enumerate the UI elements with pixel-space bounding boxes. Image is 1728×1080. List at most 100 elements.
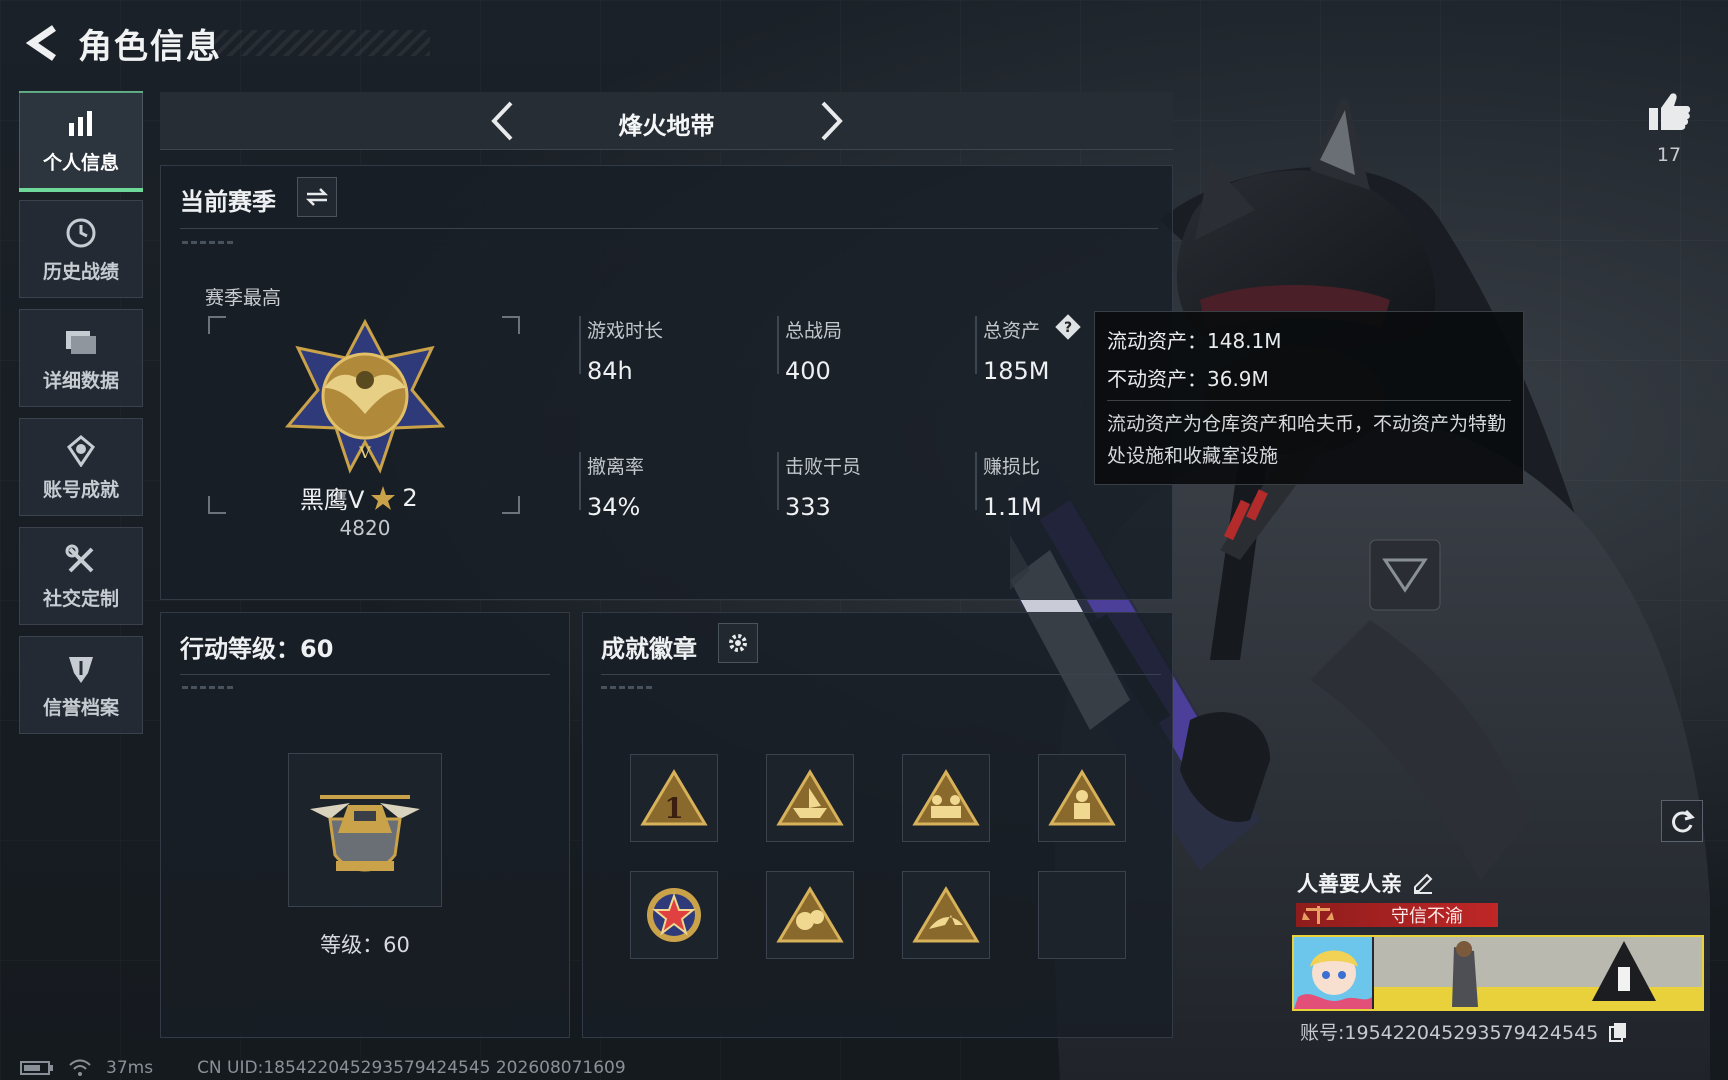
badges-title: 成就徽章 <box>601 635 697 663</box>
sidebar: 个人信息 历史战绩 详细数据 账号成就 社交定制 信誉档案 <box>19 91 143 745</box>
sidebar-item-label: 详细数据 <box>42 369 119 392</box>
scale-icon <box>1302 906 1334 924</box>
credit-label: 守信不渝 <box>1391 906 1463 927</box>
history-icon <box>63 215 99 251</box>
ping-value: 37ms <box>106 1058 154 1078</box>
wifi-icon <box>69 1059 91 1076</box>
page-title: 角色信息 <box>78 26 222 67</box>
star-icon <box>371 485 396 510</box>
stat-bar <box>975 452 977 510</box>
credit-rating-bar: 守信不渝 <box>1296 903 1498 927</box>
svg-text:?: ? <box>1064 320 1072 336</box>
badge-slot-4[interactable] <box>1038 754 1126 842</box>
frame-corner <box>208 496 226 514</box>
badge-slot-5[interactable] <box>630 871 718 959</box>
frame-corner <box>502 496 520 514</box>
like-count: 17 <box>1656 144 1682 166</box>
copy-icon[interactable] <box>1608 1021 1628 1043</box>
header: 角色信息 <box>20 18 430 68</box>
sidebar-item-history[interactable]: 历史战绩 <box>19 200 143 298</box>
player-nickname: 人善要人亲 <box>1297 872 1402 896</box>
boat-badge-icon <box>776 769 844 826</box>
badge-slot-6[interactable] <box>766 871 854 959</box>
level-text: 等级：60 <box>320 933 410 957</box>
stat-label: 撤离率 <box>587 456 645 478</box>
stat-bar <box>777 452 779 510</box>
svg-text:V: V <box>358 443 371 462</box>
action-level-title: 行动等级：60 <box>180 635 334 663</box>
tooltip-description: 流动资产为仓库资产和哈夫币，不动资产为特勤处设施和收藏室设施 <box>1107 413 1507 467</box>
rank-stars: 2 <box>402 483 418 512</box>
account-id-row: 账号:1954220452935794245​45 <box>1300 1018 1628 1045</box>
badge-slot-empty[interactable] <box>1038 871 1126 959</box>
shark-badge-icon <box>912 886 980 943</box>
stat-total-matches: 总战局 400 <box>777 316 965 385</box>
like-button[interactable] <box>1645 88 1693 136</box>
badge-slot-3[interactable] <box>902 754 990 842</box>
season-switch-button[interactable] <box>297 177 337 217</box>
sidebar-item-achievements[interactable]: 账号成就 <box>19 418 143 516</box>
back-arrow-icon <box>25 25 56 61</box>
rank-score: 4820 <box>339 516 391 540</box>
chevron-right-icon <box>821 101 843 141</box>
divider-accent <box>182 686 234 689</box>
stat-extract-rate: 撤离率 34% <box>579 452 767 521</box>
stat-bar <box>579 316 581 374</box>
header-decoration <box>210 30 430 56</box>
season-best-label: 赛季最高 <box>205 287 282 309</box>
stat-play-time: 游戏时长 84h <box>579 316 767 385</box>
edit-icon[interactable] <box>1412 872 1434 894</box>
sidebar-item-label: 账号成就 <box>42 478 119 501</box>
medal-icon <box>63 433 99 469</box>
stat-value: 333 <box>785 493 831 521</box>
divider <box>180 674 550 675</box>
gear-icon <box>729 634 747 652</box>
frame-corner <box>208 316 226 334</box>
helicopter-emblem-icon <box>310 795 420 872</box>
sidebar-item-detail-data[interactable]: 详细数据 <box>19 309 143 407</box>
badge-slot-7[interactable] <box>902 871 990 959</box>
mode-next-button[interactable] <box>812 100 852 142</box>
sidebar-item-personal-info[interactable]: 个人信息 <box>19 91 143 192</box>
folder-icon <box>63 324 99 360</box>
soldier-badge-icon <box>1048 769 1116 826</box>
swap-icon <box>305 188 329 206</box>
grenade-badge-icon <box>776 886 844 943</box>
stat-label: 击败干员 <box>785 456 862 478</box>
rank-one-badge-icon: 1 <box>640 769 708 826</box>
thumbs-up-icon <box>1649 93 1691 130</box>
tooltip-liquid-assets: 流动资产：148.1M <box>1107 329 1282 353</box>
tools-icon <box>63 542 99 578</box>
stat-value: 1.1M <box>983 493 1042 521</box>
tooltip-divider <box>1107 400 1511 401</box>
badge-slot-2[interactable] <box>766 754 854 842</box>
level-emblem-frame <box>288 753 442 907</box>
divider <box>601 674 1161 675</box>
back-button[interactable] <box>20 21 64 65</box>
assets-tooltip: 流动资产：148.1M 不动资产：36.9M 流动资产为仓库资产和哈夫币，不动资… <box>1094 311 1524 485</box>
player-nickname-row: 人善要人亲 <box>1297 868 1434 898</box>
stat-operators-defeated: 击败干员 333 <box>777 452 965 521</box>
bar-chart-icon <box>63 106 99 142</box>
rotate-model-button[interactable] <box>1661 800 1703 842</box>
sidebar-item-label: 信誉档案 <box>42 696 119 719</box>
rank-emblem-icon: V <box>284 318 446 474</box>
divider-accent <box>182 241 234 244</box>
svg-text:1: 1 <box>664 792 683 825</box>
sidebar-item-label: 历史战绩 <box>42 260 119 283</box>
badge-settings-button[interactable] <box>718 623 758 663</box>
nameplate-banner <box>1374 937 1702 1009</box>
credit-icon <box>63 651 99 687</box>
stat-value: 84h <box>587 357 633 385</box>
badge-slot-1[interactable]: 1 <box>630 754 718 842</box>
frame-corner <box>502 316 520 334</box>
rank-name: 黑鹰V 2 <box>300 480 418 515</box>
sidebar-item-credit-record[interactable]: 信誉档案 <box>19 636 143 734</box>
battery-icon <box>20 1061 53 1075</box>
squad-badge-icon <box>912 769 980 826</box>
sidebar-item-social-custom[interactable]: 社交定制 <box>19 527 143 625</box>
assets-help-button[interactable]: ? <box>1053 312 1083 342</box>
player-card-strip[interactable] <box>1292 935 1704 1011</box>
tooltip-fixed-assets: 不动资产：36.9M <box>1107 367 1269 391</box>
help-diamond-icon: ? <box>1055 314 1081 340</box>
